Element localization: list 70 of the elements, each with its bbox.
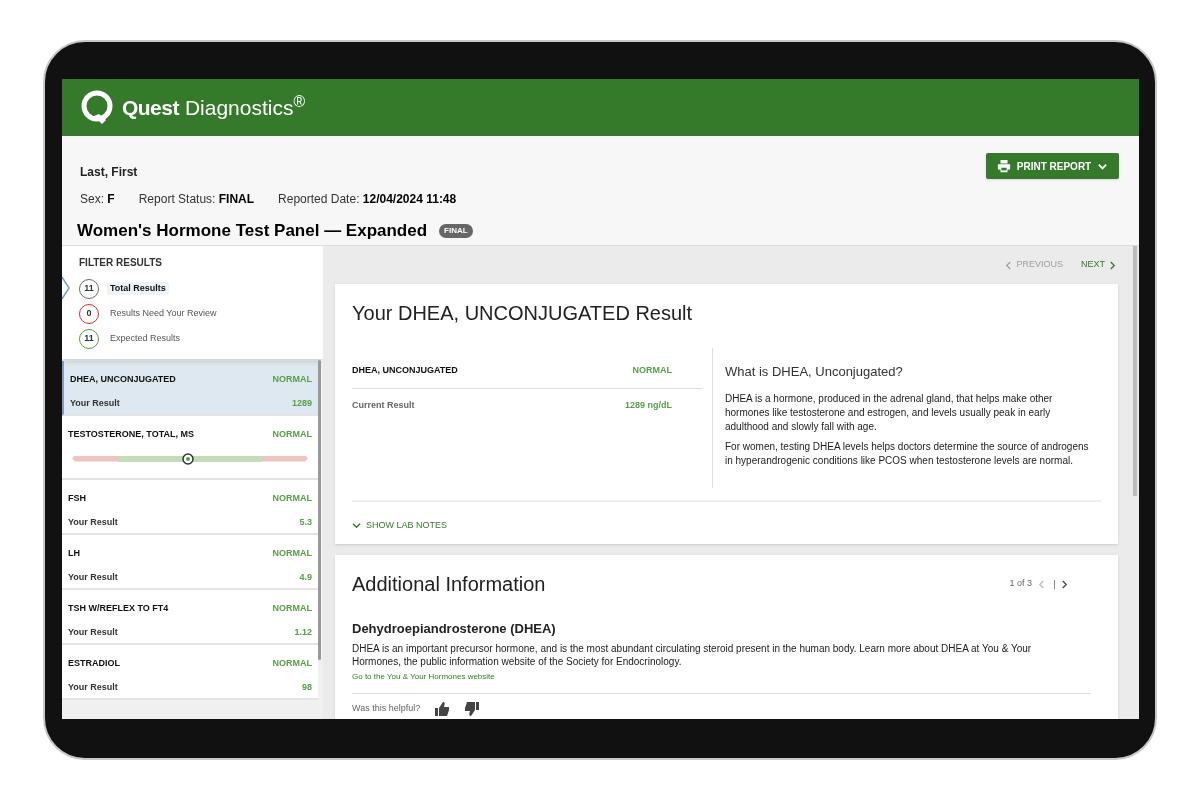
- test-name: TESTOSTERONE, TOTAL, MS: [68, 428, 194, 441]
- report-field: Sex: F: [80, 190, 115, 208]
- test-name: DHEA, UNCONJUGATED: [70, 373, 176, 386]
- chevron-left-icon: [1005, 260, 1013, 270]
- chevron-right-icon: [1061, 579, 1068, 589]
- brand-name-suffix: Diagnostics$^{®}$: [184, 91, 306, 121]
- status-label: NORMAL: [272, 492, 312, 505]
- result-label: Your Result: [68, 680, 118, 694]
- result-value: 98: [302, 680, 312, 694]
- result-value: 1289: [291, 396, 312, 410]
- result-item[interactable]: FSH NORMAL Your Result 5.3: [62, 480, 318, 535]
- result-label: Your Result: [70, 396, 120, 410]
- thumbs-down-icon: [464, 701, 481, 716]
- printer-icon: [996, 159, 1011, 173]
- result-value: 1.12: [294, 625, 312, 639]
- panel-title: Women's Hormone Test Panel — Expanded: [77, 220, 428, 242]
- filter-option[interactable]: 0 Results Need Your Review: [62, 301, 262, 326]
- result-label: Current Result: [352, 398, 415, 412]
- report-field: Reported Date: 12/04/2024 11:48: [278, 190, 457, 208]
- thumbs-down-button[interactable]: [464, 701, 481, 716]
- filter-label: Total Results: [107, 281, 169, 296]
- result-item[interactable]: ESTRADIOL NORMAL Your Result 98: [62, 645, 318, 700]
- test-name: TSH W/REFLEX TO FT4: [68, 602, 169, 615]
- result-label: Your Result: [68, 570, 118, 584]
- chevron-left-icon: [1038, 579, 1045, 589]
- filter-option[interactable]: 11 Expected Results: [62, 326, 262, 351]
- status-label: NORMAL: [272, 602, 312, 615]
- card-title: Your DHEA, UNCONJUGATED Result: [352, 301, 694, 326]
- status-label: NORMAL: [272, 428, 312, 441]
- print-report-button[interactable]: PRINT REPORT: [986, 153, 1119, 179]
- pager-text: 1 of 3: [1009, 577, 1032, 591]
- test-name: FSH: [68, 492, 86, 505]
- result-value: 4.9: [299, 570, 312, 584]
- result-label: Your Result: [68, 515, 118, 529]
- show-lab-notes-link[interactable]: SHOW LAB NOTES: [352, 518, 447, 533]
- next-link[interactable]: NEXT: [1081, 258, 1116, 272]
- result-item[interactable]: TSH W/REFLEX TO FT4 NORMAL Your Result 1.12: [62, 590, 318, 645]
- info-title: What is DHEA, Unconjugated?: [725, 363, 904, 381]
- result-item[interactable]: TESTOSTERONE, TOTAL, MS NORMAL: [62, 416, 318, 480]
- thumbs-up-button[interactable]: [434, 701, 451, 716]
- thumbs-up-icon: [434, 701, 451, 716]
- report-field: Report Status: FINAL: [138, 190, 255, 208]
- chevron-down-icon: [352, 522, 361, 529]
- status-label: NORMAL: [272, 547, 312, 560]
- status-label: NORMAL: [272, 657, 312, 670]
- result-item[interactable]: LH NORMAL Your Result 4.9: [62, 535, 318, 590]
- website-link[interactable]: Go to the You & Your Hormones website: [352, 670, 495, 683]
- result-item[interactable]: DHEA, UNCONJUGATED NORMAL Your Result 1289: [62, 361, 318, 416]
- result-label: Your Result: [68, 625, 118, 639]
- info-heading: Dehydroepiandrosterone (DHEA): [352, 620, 557, 638]
- test-name: ESTRADIOL: [68, 657, 120, 670]
- brand-name: Quest: [122, 94, 179, 121]
- card-title: Additional Information: [352, 572, 546, 597]
- helpful-prompt: Was this helpful?: [352, 701, 421, 715]
- chevron-right-icon: [1109, 260, 1116, 270]
- patient-name: Last, First: [80, 164, 138, 181]
- result-value: 1289 ng/dL: [625, 398, 672, 412]
- result-value: 5.3: [299, 515, 312, 529]
- status-label: NORMAL: [632, 364, 672, 377]
- info-paragraph: DHEA is an important precursor hormone, and is the most abundant circulating steroid present in the human body. Learn more about DHEA at You & Your Hormones, the public information website of the Society for Endocrinology.: [352, 641, 1033, 668]
- info-paragraph: For women, testing DHEA levels helps doctors determine the source of androgens in hyperandrogenic conditions like PCOS when testosterone levels are normal.: [725, 439, 1090, 468]
- status-label: NORMAL: [272, 373, 312, 386]
- filter-label: Expected Results: [109, 331, 182, 345]
- status-badge: FINAL: [439, 223, 473, 238]
- info-paragraph: DHEA is a hormone, produced in the adrenal gland, that helps make other hormones like testosterone and estrogen, and levels usually peak in early adulthood and slowly fall with age.: [725, 391, 1054, 434]
- test-name: LH: [68, 547, 80, 560]
- test-name: DHEA, UNCONJUGATED: [352, 364, 458, 377]
- filter-label: Results Need Your Review: [109, 306, 218, 320]
- filter-heading: FILTER RESULTS: [79, 256, 163, 270]
- filter-option[interactable]: 11 Total Results: [62, 276, 262, 301]
